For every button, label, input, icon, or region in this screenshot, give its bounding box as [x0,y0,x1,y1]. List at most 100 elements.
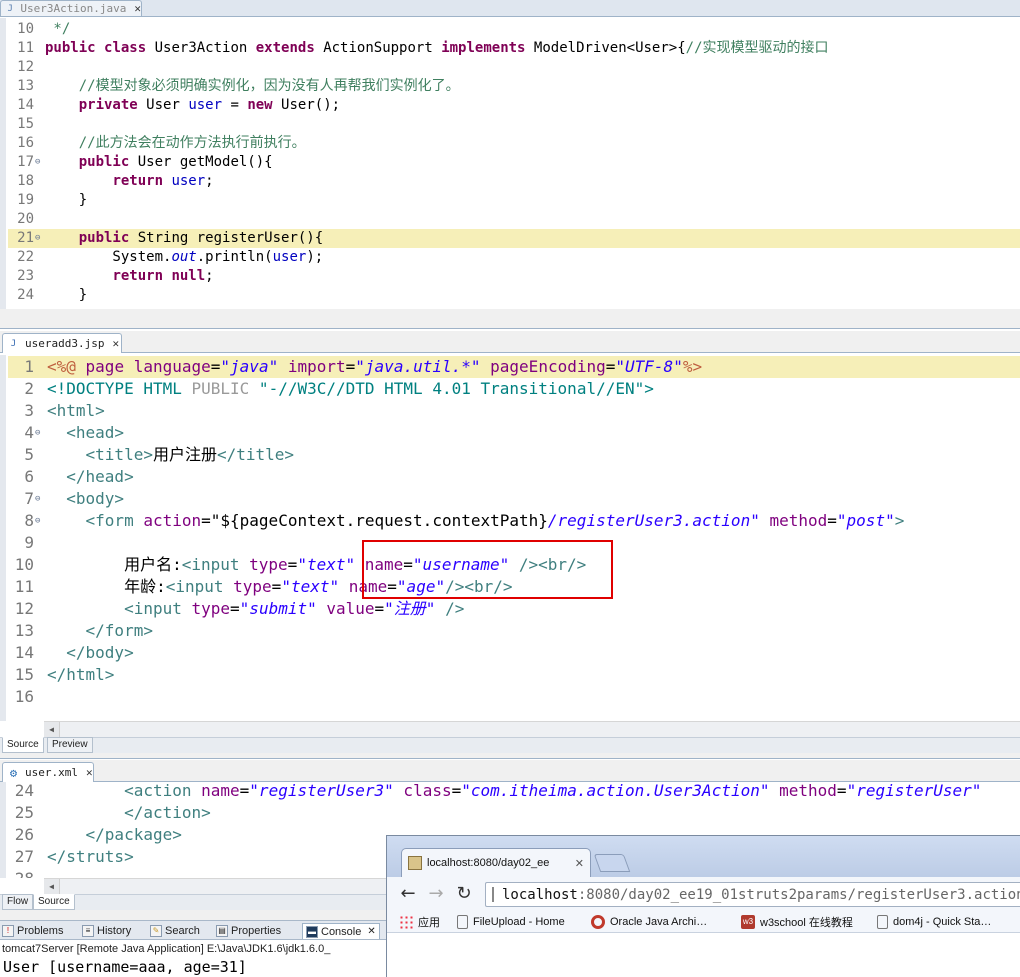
fold-toggle-icon[interactable]: ⊖ [35,153,40,172]
code-token: </struts> [47,847,134,866]
code-token: class [104,40,147,56]
code-token: user [272,249,307,265]
code-line: 5 <title>用户注册</title> [8,444,1020,466]
line-number: 2 [24,379,34,398]
bookmark-w3school[interactable]: w3 w3school 在线教程 [741,914,853,930]
close-icon[interactable]: ✕ [575,857,584,870]
code-text: //此方法会在动作方法执行前执行。 [45,134,306,153]
tab-user3action-java[interactable]: J User3Action.java ✕ [0,0,142,16]
code-text: </form> [47,620,153,642]
tab-user-xml[interactable]: ⚙ user.xml ✕ [2,762,94,782]
line-number: 11 [14,577,34,596]
line-number: 1 [24,357,34,376]
reload-icon[interactable]: ↻ [453,883,475,905]
close-icon[interactable]: ✕ [134,2,141,15]
line-number: 8 [24,511,34,530]
code-token: <action [47,782,202,800]
tab-flow[interactable]: Flow [2,894,34,910]
code-token: "post" [836,511,895,530]
code-token: implements [441,40,526,56]
code-token: import [278,357,346,376]
code-token: null [171,268,206,284]
back-arrow-icon[interactable]: ← [397,883,419,905]
browser-toolbar: ← → ↻ localhost:8080/day02_ee19_01struts… [387,877,1020,911]
forward-arrow-icon[interactable]: → [425,883,447,905]
tab-useradd3-jsp[interactable]: J useradd3.jsp ✕ [2,333,122,353]
code-line: 24 } [8,286,1020,305]
bookmark-fileupload[interactable]: FileUpload - Home [457,914,565,930]
code-token: name [201,782,240,800]
java-editor[interactable]: 10 */11 public class User3Action extends … [0,18,1020,309]
scroll-left-icon[interactable]: ◀ [44,722,60,737]
bookmark-oracle[interactable]: Oracle Java Archi… [591,914,707,930]
code-token: return [112,173,164,189]
code-token: = [605,357,616,376]
close-icon[interactable]: ✕ [86,766,93,779]
tab-search[interactable]: ✎ Search [150,923,200,939]
code-token: = [374,599,385,618]
java-editor-tabbar: J User3Action.java ✕ [0,0,1020,17]
code-token: </form> [47,621,153,640]
tab-history[interactable]: ≡ History [82,923,131,939]
xml-horizontal-scrollbar[interactable]: ◀ [44,878,389,894]
code-text: </html> [47,664,114,686]
tab-source[interactable]: Source [33,894,75,910]
code-line: 25 </action> [8,802,1020,824]
fold-toggle-icon[interactable]: ⊖ [35,488,40,510]
highlight-annotation-box [362,540,613,599]
tab-label: Search [165,925,200,937]
code-token: = [345,357,356,376]
code-token: "UTF-8" [615,357,683,376]
browser-tab[interactable]: localhost:8080/day02_ee ✕ [401,848,591,877]
bottom-panel-tabs: ! Problems ≡ History ✎ Search ▤ Properti… [0,920,388,940]
java-editor-bottom [0,309,1020,329]
code-token: "java.util.*" [355,357,481,376]
new-tab-button[interactable] [593,854,631,872]
fold-toggle-icon[interactable]: ⊖ [35,422,40,444]
history-icon: ≡ [82,925,94,937]
line-number: 9 [24,533,34,552]
fold-toggle-icon[interactable]: ⊖ [35,229,40,248]
code-text: public String registerUser(){ [45,229,323,248]
code-token: user [171,173,206,189]
bookmark-apps[interactable]: 应用 [399,914,440,930]
code-token: out [171,249,197,265]
code-token: value [316,599,375,618]
tab-properties[interactable]: ▤ Properties [216,923,281,939]
tab-console[interactable]: ▬ Console ✕ [302,923,380,939]
code-text: </struts> [47,846,134,868]
address-bar[interactable]: localhost:8080/day02_ee19_01struts2param… [485,882,1020,907]
code-token: "registerUser" [846,782,982,800]
line-number: 5 [24,445,34,464]
overview-ruler [0,355,6,721]
fold-toggle-icon[interactable]: ⊖ [35,510,40,532]
bookmark-label: FileUpload - Home [473,916,565,928]
code-token: 年龄: [47,577,166,596]
code-line: 17 ⊖ public User getModel(){ [8,153,1020,172]
code-token: "text" [297,555,356,574]
scroll-left-icon[interactable]: ◀ [44,879,60,894]
code-token: } [45,287,88,303]
tab-preview[interactable]: Preview [47,737,93,753]
code-text: public class User3Action extends ActionS… [45,39,829,58]
jsp-editor[interactable]: 1 <%@ page language="java" import="java.u… [0,355,1020,721]
code-token: "text" [281,577,340,596]
tab-source[interactable]: Source [2,737,44,753]
code-line: 14 </body> [8,642,1020,664]
jsp-editor-bottom [0,753,1020,759]
tab-problems[interactable]: ! Problems [2,923,63,939]
code-token: 用户注册 [152,445,217,464]
bookmark-dom4j[interactable]: dom4j - Quick Sta… [877,914,991,930]
code-token: <title> [47,445,153,464]
close-icon[interactable]: ✕ [367,926,375,937]
code-text: <!DOCTYPE HTML PUBLIC "-//W3C//DTD HTML … [47,378,654,400]
jsp-horizontal-scrollbar[interactable]: ◀ [44,721,1020,737]
line-number: 12 [14,599,34,618]
code-text: <action name="registerUser3" class="com.… [47,782,981,802]
code-token: > [894,511,905,530]
code-token: ="${pageContext.request.contextPath} [201,511,548,530]
close-icon[interactable]: ✕ [112,337,119,350]
code-token: User getModel(){ [129,154,273,170]
code-token: User(); [272,97,341,113]
